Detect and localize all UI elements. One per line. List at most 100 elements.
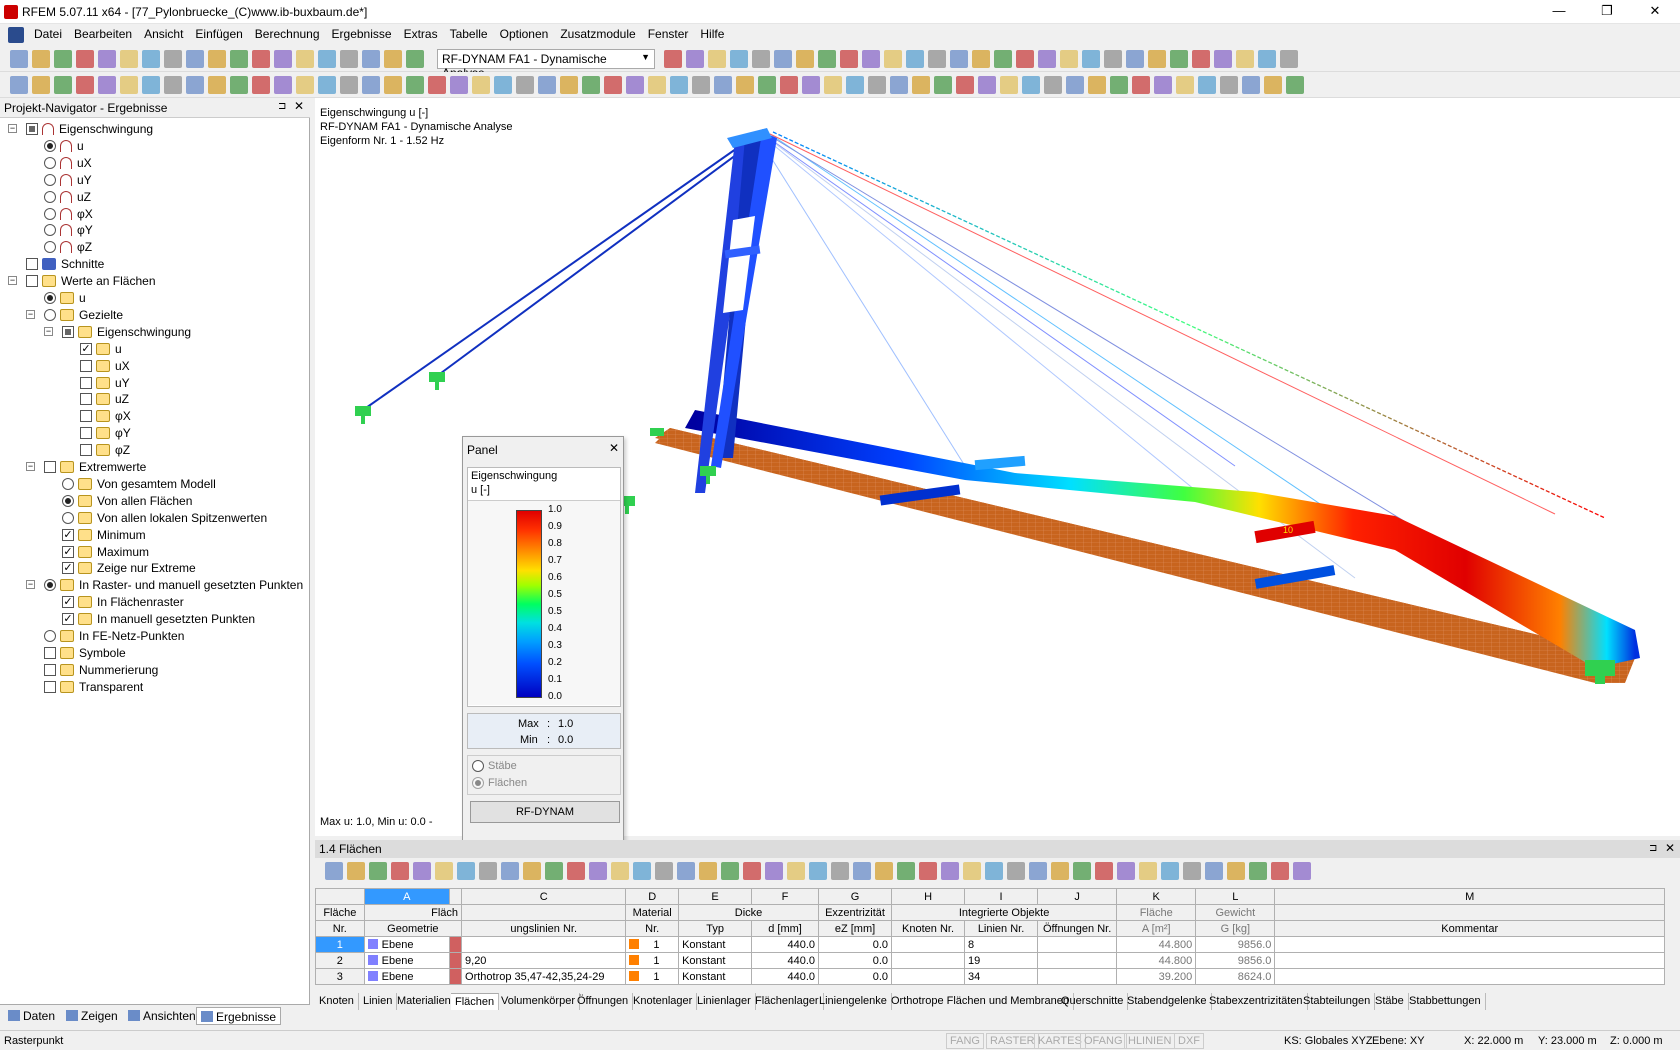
table-cell[interactable]: 9,20 [461, 952, 627, 969]
toolbar-button-icon[interactable] [736, 76, 754, 94]
col-header-e[interactable]: E [678, 888, 753, 905]
status-toggle-2[interactable]: KARTES [1034, 1033, 1086, 1049]
table-cell[interactable]: 2 [315, 952, 365, 969]
toolbar-button-icon[interactable] [318, 50, 336, 68]
toolbar-button-icon[interactable] [934, 76, 952, 94]
toolbar-button-icon[interactable] [780, 76, 798, 94]
toolbar-button-icon[interactable] [1148, 50, 1166, 68]
toolbar-button-icon[interactable] [1220, 76, 1238, 94]
toolbar-button-icon[interactable] [912, 76, 930, 94]
tree-item[interactable]: Von gesamtem Modell [62, 475, 216, 493]
toolbar-button-icon[interactable] [774, 50, 792, 68]
col-header-j[interactable]: J [1037, 888, 1118, 905]
tree-checkbox[interactable] [44, 461, 56, 473]
toolbar-button-icon[interactable] [406, 50, 424, 68]
toolbar-button-icon[interactable] [1126, 50, 1144, 68]
toolbar-button-icon[interactable] [868, 76, 886, 94]
tree-checkbox[interactable]: ✓ [62, 613, 74, 626]
toolbar-button-icon[interactable] [545, 862, 563, 880]
toolbar-button-icon[interactable] [1170, 50, 1188, 68]
toolbar-button-icon[interactable] [1205, 862, 1223, 880]
toolbar-button-icon[interactable] [406, 76, 424, 94]
toolbar-button-icon[interactable] [1264, 76, 1282, 94]
tree-checkbox[interactable] [80, 376, 92, 389]
col-header-m[interactable]: M [1274, 888, 1665, 905]
tree-item[interactable]: Eigenschwingung [62, 323, 191, 341]
toolbar-button-icon[interactable] [494, 76, 512, 94]
toolbar-button-icon[interactable] [340, 50, 358, 68]
toolbar-button-icon[interactable] [76, 50, 94, 68]
toolbar-button-icon[interactable] [956, 76, 974, 94]
tree-radio[interactable] [44, 579, 56, 592]
table-cell[interactable]: Orthotrop 35,47-42,35,24-29 [461, 968, 627, 985]
table-row[interactable]: 3 Ebene Orthotrop 35,47-42,35,24-29 1 Konsta… [315, 968, 1665, 985]
toolbar-button-icon[interactable] [567, 862, 585, 880]
tree-item[interactable]: uZ [44, 188, 91, 206]
col-header-l[interactable]: L [1195, 888, 1276, 905]
toolbar-button-icon[interactable] [686, 50, 704, 68]
toolbar-button-icon[interactable] [186, 76, 204, 94]
toolbar-button-icon[interactable] [428, 76, 446, 94]
toolbar-button-icon[interactable] [1073, 862, 1091, 880]
toolbar-button-icon[interactable] [1280, 50, 1298, 68]
menu-item-2[interactable]: Ansicht [138, 24, 189, 44]
table-cell[interactable]: 1 [625, 936, 680, 953]
toolbar-button-icon[interactable] [708, 50, 726, 68]
tree-item[interactable]: φY [44, 221, 93, 239]
tree-checkbox[interactable] [26, 258, 38, 271]
table-cell[interactable]: 440.0 [751, 936, 820, 953]
toolbar-button-icon[interactable] [32, 50, 50, 68]
toolbar-button-icon[interactable] [1088, 76, 1106, 94]
tree-item[interactable]: φX [44, 205, 93, 223]
table-cell[interactable]: 34 [964, 968, 1039, 985]
table-cell[interactable] [1037, 968, 1118, 985]
toolbar-button-icon[interactable] [1029, 862, 1047, 880]
loadcase-select[interactable]: RF-DYNAM FA1 - Dynamische Analyse ▼ [437, 49, 655, 80]
toolbar-button-icon[interactable] [1139, 862, 1157, 880]
tree-radio[interactable] [44, 308, 56, 321]
toolbar-button-icon[interactable] [325, 862, 343, 880]
toolbar-button-icon[interactable] [664, 50, 682, 68]
table-row[interactable]: 1 Ebene 1 Konstant 440.0 0.0 8 44.800 9856.0 [315, 936, 1665, 953]
toolbar-button-icon[interactable] [758, 76, 776, 94]
menu-item-3[interactable]: Einfügen [189, 24, 248, 44]
tree-expander[interactable]: − [44, 326, 53, 336]
tree-expander[interactable]: − [8, 276, 17, 286]
tree-checkbox[interactable]: ✓ [62, 528, 74, 541]
status-toggle-1[interactable]: RASTER [986, 1033, 1039, 1049]
tree-checkbox[interactable]: ✓ [62, 545, 74, 558]
toolbar-button-icon[interactable] [721, 862, 739, 880]
tree-checkbox[interactable] [26, 275, 38, 288]
toolbar-button-icon[interactable] [765, 862, 783, 880]
toolbar-button-icon[interactable] [1258, 50, 1276, 68]
toolbar-button-icon[interactable] [809, 862, 827, 880]
table-tab-5[interactable]: Öffnungen [573, 993, 634, 1010]
menu-item-4[interactable]: Berechnung [249, 24, 326, 44]
pin-icon[interactable]: ⊐ [278, 101, 286, 112]
toolbar-button-icon[interactable] [340, 76, 358, 94]
toolbar-button-icon[interactable] [699, 862, 717, 880]
tree-radio[interactable] [44, 241, 56, 254]
tree-item[interactable]: φX [80, 407, 131, 425]
toolbar-button-icon[interactable] [1161, 862, 1179, 880]
toolbar-button-icon[interactable] [208, 76, 226, 94]
toolbar-button-icon[interactable] [714, 76, 732, 94]
col-header-k[interactable]: K [1116, 888, 1197, 905]
toolbar-button-icon[interactable] [274, 50, 292, 68]
table-cell[interactable]: 19 [964, 952, 1039, 969]
tree-item[interactable]: uZ [80, 390, 129, 408]
toolbar-button-icon[interactable] [296, 76, 314, 94]
toolbar-button-icon[interactable] [142, 50, 160, 68]
toolbar-button-icon[interactable] [670, 76, 688, 94]
tree-checkbox[interactable] [80, 410, 92, 423]
toolbar-button-icon[interactable] [142, 76, 160, 94]
toolbar-button-icon[interactable] [391, 862, 409, 880]
tree-checkbox[interactable]: ✓ [62, 562, 74, 575]
toolbar-button-icon[interactable] [1242, 76, 1260, 94]
menu-item-8[interactable]: Optionen [494, 24, 555, 44]
table-row[interactable]: 2 Ebene 9,20 1 Konstant 440.0 0.0 19 44.800 9856.… [315, 952, 1665, 969]
toolbar-button-icon[interactable] [98, 50, 116, 68]
toolbar-button-icon[interactable] [978, 76, 996, 94]
tree-item[interactable]: φY [80, 424, 131, 442]
menu-item-9[interactable]: Zusatzmodule [554, 24, 641, 44]
